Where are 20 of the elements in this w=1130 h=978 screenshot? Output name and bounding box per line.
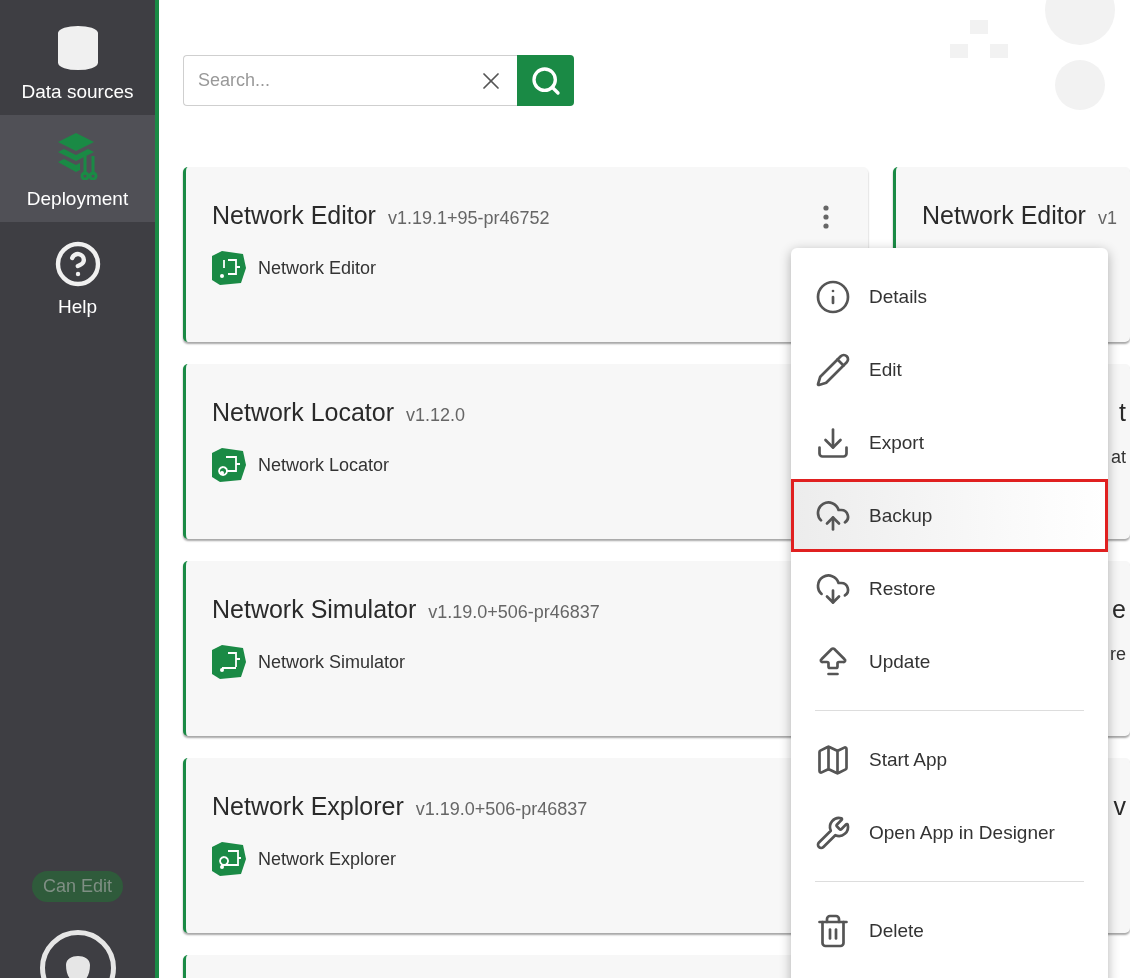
permission-badge: Can Edit xyxy=(31,871,123,902)
app-name: Network Locator xyxy=(258,454,390,476)
app-name: re xyxy=(1110,644,1126,665)
app-version: v1.19.0+506-pr46837 xyxy=(415,799,588,820)
app-title: Network Editor xyxy=(922,201,1086,230)
app-title: Network Simulator xyxy=(212,595,417,624)
app-name: at xyxy=(1111,447,1126,468)
app-version: v1.19.0+506-pr46837 xyxy=(428,602,600,623)
app-version: v1.12.0 xyxy=(406,405,466,426)
app-title: e xyxy=(1112,595,1126,624)
app-title: t xyxy=(1119,398,1126,427)
app-name: Network Explorer xyxy=(258,848,397,870)
app-title: Network Locator xyxy=(212,398,395,427)
app-name: Network Simulator xyxy=(258,651,406,673)
app-version: v1 xyxy=(1097,208,1117,229)
app-version: v1.19.1+95-pr46752 xyxy=(387,208,550,229)
app-title: Network Explorer xyxy=(212,792,404,821)
app-name: Network Editor xyxy=(258,257,377,279)
app-title: v xyxy=(1113,792,1126,821)
app-title: Network Editor xyxy=(212,201,376,230)
